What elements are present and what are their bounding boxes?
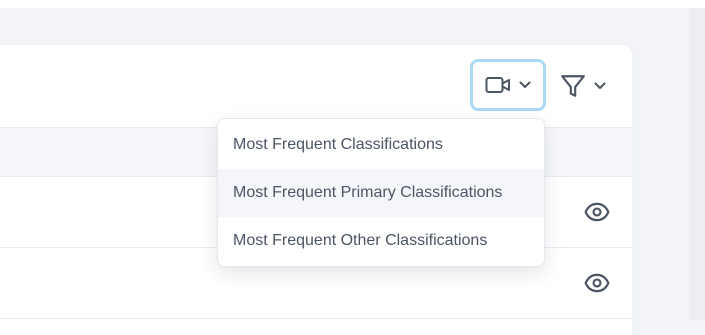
chevron-down-icon [594, 82, 606, 90]
scrollbar-track[interactable] [690, 8, 705, 320]
menu-item-label: Most Frequent Classifications [233, 136, 443, 153]
view-row-button[interactable] [580, 266, 614, 300]
eye-icon [584, 270, 610, 296]
filter-funnel-icon [560, 73, 586, 99]
eye-icon [584, 199, 610, 225]
menu-item-most-frequent-primary-classifications[interactable]: Most Frequent Primary Classifications [218, 169, 544, 217]
menu-item-label: Most Frequent Other Classifications [233, 232, 488, 249]
video-camera-icon [485, 75, 511, 95]
chevron-down-icon [519, 81, 531, 89]
top-bar [0, 0, 705, 8]
video-view-button[interactable] [470, 59, 546, 111]
view-row-button[interactable] [580, 195, 614, 229]
menu-item-label: Most Frequent Primary Classifications [233, 184, 503, 201]
classification-dropdown-menu: Most Frequent Classifications Most Frequ… [217, 118, 545, 267]
menu-item-most-frequent-other-classifications[interactable]: Most Frequent Other Classifications [218, 217, 544, 265]
menu-item-most-frequent-classifications[interactable]: Most Frequent Classifications [218, 121, 544, 169]
filter-button[interactable] [553, 66, 613, 106]
